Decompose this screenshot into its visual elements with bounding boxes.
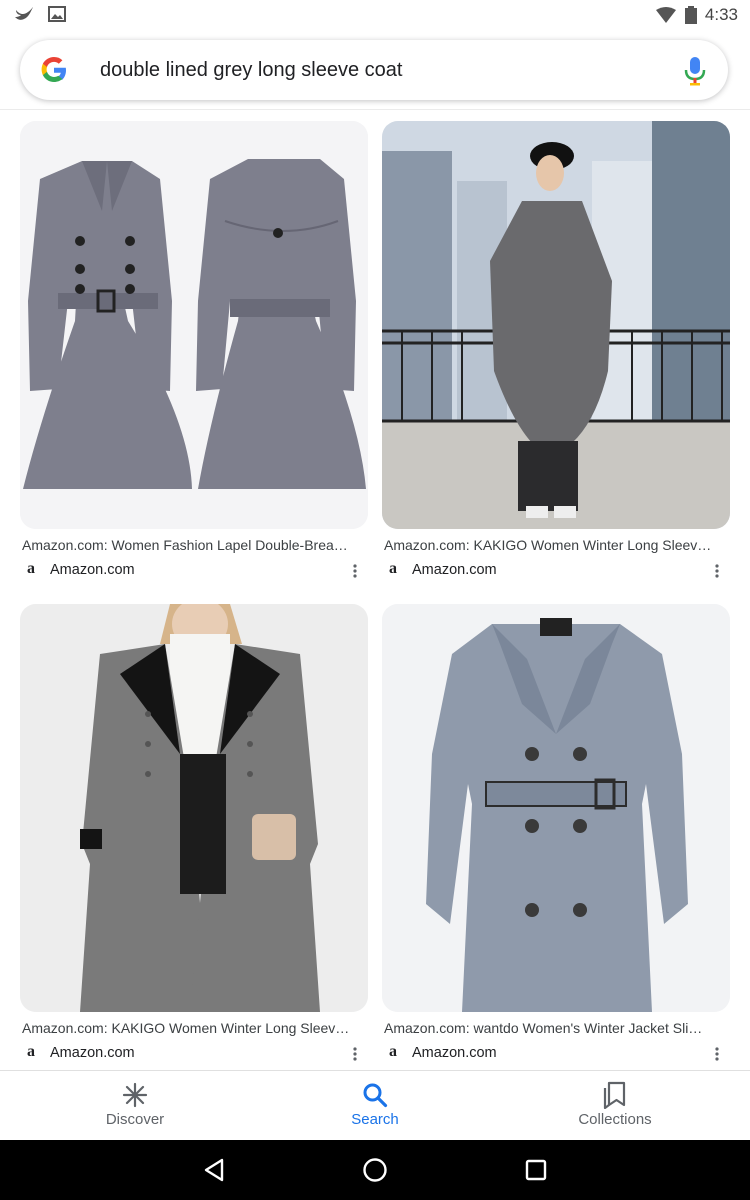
nav-label: Discover xyxy=(105,1111,165,1128)
search-bar[interactable]: double lined grey long sleeve coat xyxy=(20,40,728,100)
nav-item-search[interactable]: Search xyxy=(295,1081,455,1128)
more-options-icon[interactable] xyxy=(350,563,360,579)
result-title[interactable]: Amazon.com: KAKIGO Women Winter Long Sle… xyxy=(22,1020,366,1036)
result-image[interactable] xyxy=(382,121,730,529)
image-icon xyxy=(48,6,66,22)
nav-label: Search xyxy=(351,1111,399,1128)
wifi-icon xyxy=(655,7,676,23)
search-input[interactable]: double lined grey long sleeve coat xyxy=(100,59,402,82)
battery-icon xyxy=(684,6,697,24)
google-logo xyxy=(41,57,66,82)
bookmark-collections-icon xyxy=(603,1081,626,1109)
result-title[interactable]: Amazon.com: wantdo Women's Winter Jacket… xyxy=(384,1020,728,1036)
amazon-icon: a xyxy=(389,560,397,577)
result-source[interactable]: a Amazon.com xyxy=(384,1044,497,1062)
result-title[interactable]: Amazon.com: Women Fashion Lapel Double-B… xyxy=(22,537,366,553)
result-source[interactable]: a Amazon.com xyxy=(384,561,497,579)
result-source-label: Amazon.com xyxy=(50,1045,135,1061)
nav-label: Collections xyxy=(578,1111,652,1128)
amazon-icon: a xyxy=(27,1043,35,1060)
result-source-label: Amazon.com xyxy=(412,1045,497,1061)
status-time: 4:33 xyxy=(704,5,738,24)
more-options-icon[interactable] xyxy=(712,1046,722,1062)
result-title[interactable]: Amazon.com: KAKIGO Women Winter Long Sle… xyxy=(384,537,728,553)
amazon-icon: a xyxy=(389,1043,397,1060)
result-source-label: Amazon.com xyxy=(412,562,497,578)
twitter-bird-icon xyxy=(15,7,33,20)
back-icon[interactable] xyxy=(200,1156,228,1184)
result-image[interactable] xyxy=(382,604,730,1012)
result-image[interactable] xyxy=(20,121,368,529)
status-bar: 4:33 xyxy=(0,0,750,32)
header-divider xyxy=(0,109,750,110)
recents-icon[interactable] xyxy=(522,1156,550,1184)
mic-icon[interactable] xyxy=(684,56,706,86)
more-options-icon[interactable] xyxy=(712,563,722,579)
search-icon xyxy=(363,1083,388,1108)
nav-item-discover[interactable]: Discover xyxy=(55,1081,215,1128)
result-image[interactable] xyxy=(20,604,368,1012)
home-icon[interactable] xyxy=(361,1156,389,1184)
system-nav-bar xyxy=(0,1140,750,1200)
result-source[interactable]: a Amazon.com xyxy=(22,561,135,579)
more-options-icon[interactable] xyxy=(350,1046,360,1062)
result-source[interactable]: a Amazon.com xyxy=(22,1044,135,1062)
bottom-nav: Discover Search Collections xyxy=(0,1070,750,1141)
result-source-label: Amazon.com xyxy=(50,562,135,578)
asterisk-icon xyxy=(122,1082,148,1108)
amazon-icon: a xyxy=(27,560,35,577)
nav-item-collections[interactable]: Collections xyxy=(535,1081,695,1128)
